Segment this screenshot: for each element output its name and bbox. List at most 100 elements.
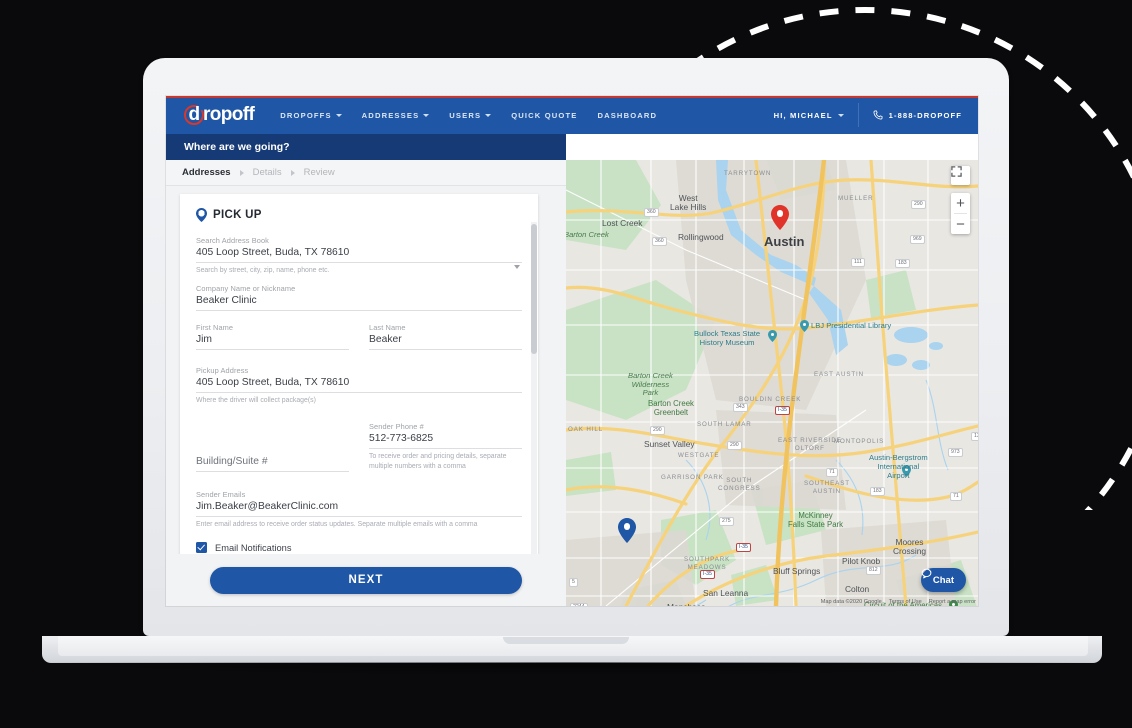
nav-item-dashboard-label: DASHBOARD [597, 111, 657, 120]
breadcrumb: Addresses Details Review [166, 160, 566, 186]
route-shield-969: 969 [910, 235, 925, 244]
pickup-section-header: PICK UP [196, 208, 522, 222]
input-building-suite[interactable]: Building/Suite # [196, 456, 349, 472]
nav-item-users[interactable]: USERS [449, 111, 491, 120]
nav-item-dashboard[interactable]: DASHBOARD [597, 111, 657, 120]
phone-link[interactable]: 1-888-DROPOFF [859, 110, 978, 120]
attribution-copyright: Map data ©2020 Google [821, 599, 882, 605]
field-pickup-address: Pickup Address 405 Loop Street, Buda, TX… [196, 366, 522, 406]
nav-item-users-label: USERS [449, 111, 481, 120]
breadcrumb-step-addresses[interactable]: Addresses [182, 167, 231, 178]
route-shield-973: 973 [948, 448, 963, 457]
phone-number: 1-888-DROPOFF [889, 111, 962, 120]
zoom-in-button[interactable]: + [951, 193, 970, 213]
route-shield-71b: 71 [950, 492, 962, 501]
route-shield-183: 183 [895, 259, 910, 268]
label-first-name: First Name [196, 323, 349, 332]
subheader-title: Where are we going? [166, 134, 566, 160]
zoom-out-button[interactable]: − [951, 214, 970, 234]
field-last-name: Last Name Beaker [369, 323, 522, 350]
nav-item-quick-quote-label: QUICK QUOTE [511, 111, 577, 120]
input-search-address-book[interactable]: 405 Loop Street, Buda, TX 78610 [196, 247, 522, 263]
poi-pin-lbj-library[interactable] [800, 320, 809, 332]
phone-icon [873, 110, 883, 120]
route-shield-i35b: I-35 [736, 543, 751, 552]
breadcrumb-step-review[interactable]: Review [304, 167, 335, 178]
field-first-name: First Name Jim [196, 323, 349, 350]
input-last-name[interactable]: Beaker [369, 334, 522, 350]
label-search-address-book: Search Address Book [196, 236, 522, 245]
input-sender-emails[interactable]: Jim.Beaker@BeakerClinic.com [196, 501, 522, 517]
form-scrollbar-thumb[interactable] [531, 224, 537, 354]
help-sender-emails: Enter email address to receive order sta… [196, 520, 522, 530]
page-root: d ropoff DROPOFFS ADDRESSES USERS [0, 0, 1132, 728]
route-shield-i35c: I-35 [700, 570, 715, 579]
google-map[interactable]: Austin WestLake Hills Lost Creek Rolling… [566, 160, 978, 606]
next-button[interactable]: NEXT [210, 567, 522, 594]
attribution-terms[interactable]: Terms of Use [889, 599, 922, 605]
checkbox-email-notifications[interactable] [196, 542, 207, 553]
map-marker-austin-pickup[interactable] [771, 205, 789, 230]
laptop-notch [503, 637, 629, 644]
subheader-filler [566, 134, 978, 160]
chevron-down-icon [336, 114, 342, 117]
input-first-name[interactable]: Jim [196, 334, 349, 350]
pickup-form-card: PICK UP Search Address Book 405 Loop Str… [180, 194, 538, 570]
body-split: Addresses Details Review PICK UP [166, 160, 978, 606]
form-pane: Addresses Details Review PICK UP [166, 160, 566, 606]
checkbox-row-email-notifications[interactable]: Email Notifications [196, 542, 522, 553]
input-sender-phone[interactable]: 512-773-6825 [369, 433, 522, 449]
chat-bubble-icon [921, 568, 932, 579]
map-controls: + − [951, 166, 970, 234]
nav-item-addresses[interactable]: ADDRESSES [362, 111, 430, 120]
route-shield-5: 5 [569, 578, 578, 587]
chat-button-label: Chat [933, 575, 954, 586]
label-pickup-address: Pickup Address [196, 366, 522, 375]
nav-item-addresses-label: ADDRESSES [362, 111, 420, 120]
app-screen: d ropoff DROPOFFS ADDRESSES USERS [166, 96, 978, 606]
poi-pin-bullock-museum[interactable] [768, 330, 777, 342]
breadcrumb-step-details[interactable]: Details [253, 167, 282, 178]
label-company-name: Company Name or Nickname [196, 284, 522, 293]
dropoff-logo[interactable]: d ropoff [184, 104, 254, 126]
nav-item-dropoffs[interactable]: DROPOFFS [280, 111, 341, 120]
route-shield-360b: 360 [652, 237, 667, 246]
route-shield-290b: 290 [727, 441, 742, 450]
field-sender-emails: Sender Emails Jim.Beaker@BeakerClinic.co… [196, 490, 522, 530]
help-pickup-address: Where the driver will collect package(s) [196, 396, 522, 406]
subheader-row: Where are we going? [166, 134, 978, 160]
chevron-down-icon [423, 114, 429, 117]
route-shield-111: 111 [851, 258, 865, 267]
map-attribution: Map data ©2020 Google Terms of Use Repor… [821, 599, 976, 605]
form-footer: NEXT [166, 554, 566, 606]
input-company-name[interactable]: Beaker Clinic [196, 295, 522, 311]
fullscreen-icon[interactable] [951, 166, 970, 185]
label-sender-emails: Sender Emails [196, 490, 522, 499]
nav-item-quick-quote[interactable]: QUICK QUOTE [511, 111, 577, 120]
input-pickup-address[interactable]: 405 Loop Street, Buda, TX 78610 [196, 377, 522, 393]
user-menu-label: HI, MICHAEL [774, 111, 833, 120]
route-shield-343: 343 [733, 403, 748, 412]
map-marker-buda-destination[interactable] [618, 518, 636, 543]
map-zoom-group: + − [951, 193, 970, 234]
route-shield-183b: 183 [870, 487, 885, 496]
field-building-suite: Building/Suite # [196, 456, 349, 472]
logo-text: ropoff [203, 104, 254, 126]
chat-button[interactable]: Chat [921, 568, 966, 592]
route-shield-2244: 2244 [570, 603, 588, 606]
field-company-name: Company Name or Nickname Beaker Clinic [196, 284, 522, 311]
nav-right-group: HI, MICHAEL 1-888-DROPOFF [774, 96, 978, 134]
logo-ring-icon: d [184, 105, 204, 125]
map-pin-icon [196, 208, 207, 222]
user-menu[interactable]: HI, MICHAEL [774, 111, 858, 120]
attribution-report[interactable]: Report a map error [929, 599, 976, 605]
label-email-notifications: Email Notifications [215, 543, 291, 553]
map-pane[interactable]: Austin WestLake Hills Lost Creek Rolling… [566, 160, 978, 606]
help-sender-phone: To receive order and pricing details, se… [369, 452, 522, 472]
route-shield-360: 360 [644, 208, 659, 217]
route-shield-290: 290 [650, 426, 665, 435]
field-search-address-book: Search Address Book 405 Loop Street, Bud… [196, 236, 522, 276]
poi-pin-airport[interactable] [902, 465, 911, 477]
chevron-down-icon[interactable] [514, 265, 520, 269]
route-shield-275: 275 [719, 517, 734, 526]
